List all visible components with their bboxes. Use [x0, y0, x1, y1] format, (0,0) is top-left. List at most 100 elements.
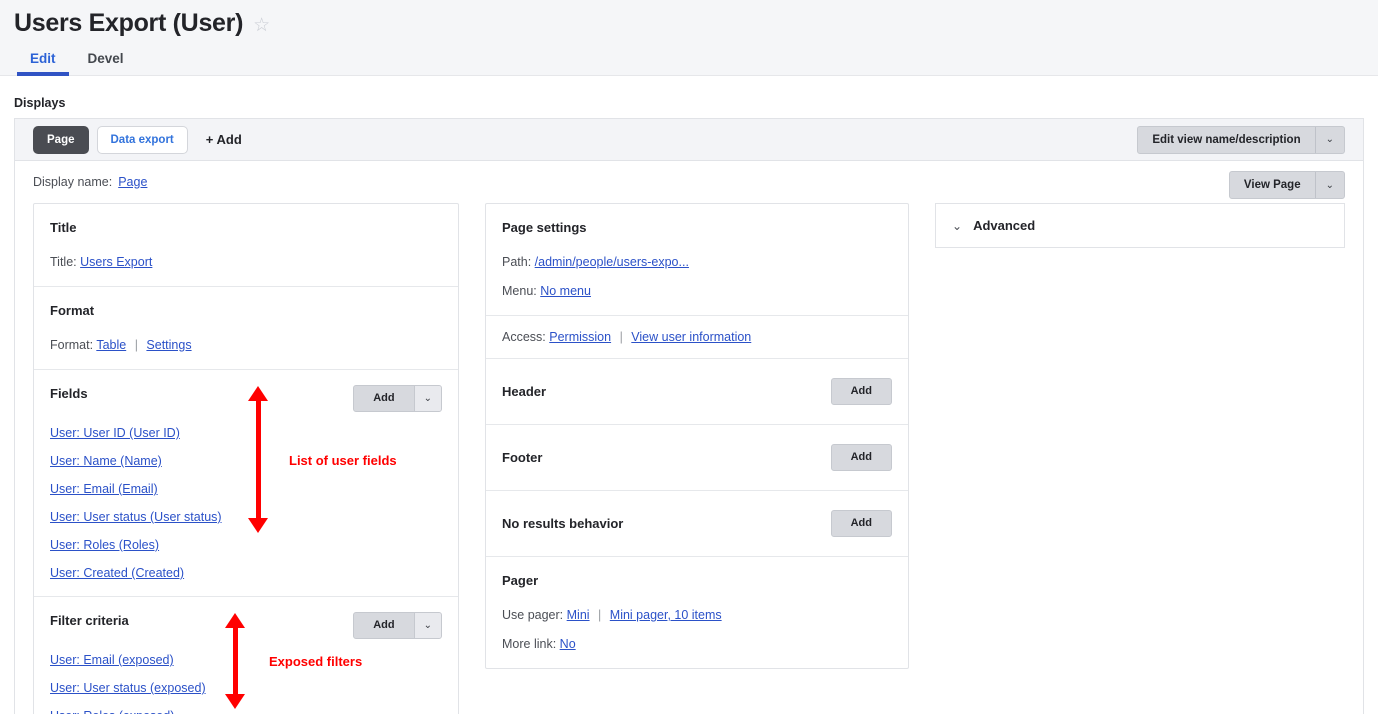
- display-button-page[interactable]: Page: [33, 125, 89, 154]
- left-column: Title Title: Users Export Format Format:…: [33, 203, 459, 714]
- fields-add-split-button[interactable]: Add ⌄: [353, 385, 442, 412]
- page-settings-card: Page settings Path: /admin/people/users-…: [485, 203, 909, 669]
- tab-edit[interactable]: Edit: [14, 51, 72, 76]
- section-heading-header: Header: [502, 383, 547, 399]
- section-format-block: Format Format: Table | Settings: [34, 287, 458, 370]
- list-item[interactable]: User: Email (Email): [50, 482, 158, 496]
- list-item[interactable]: User: Email (exposed): [50, 653, 174, 667]
- path-value-link[interactable]: /admin/people/users-expo...: [535, 255, 689, 269]
- chevron-down-icon[interactable]: ⌄: [1314, 172, 1344, 198]
- format-value-link[interactable]: Table: [96, 338, 126, 352]
- section-head: No results behavior Add: [502, 510, 892, 537]
- list-item[interactable]: User: Roles (Roles): [50, 538, 159, 552]
- section-page-settings: Page settings Path: /admin/people/users-…: [486, 204, 908, 316]
- footer-add-button[interactable]: Add: [830, 444, 892, 471]
- format-separator: |: [134, 338, 138, 352]
- title-label: Title:: [50, 255, 77, 269]
- section-heading-footer: Footer: [502, 449, 543, 465]
- section-head: Filter criteria Add ⌄: [50, 612, 442, 639]
- list-item[interactable]: User: User status (User status): [50, 510, 222, 524]
- mini-pager-items-link[interactable]: Mini pager, 10 items: [610, 608, 722, 622]
- right-column: ⌄ Advanced: [935, 203, 1345, 248]
- access-separator: |: [619, 330, 623, 344]
- list-item[interactable]: User: User ID (User ID): [50, 426, 180, 440]
- annotation-label-filters: Exposed filters: [269, 654, 363, 669]
- path-label: Path:: [502, 255, 532, 269]
- menu-label: Menu:: [502, 284, 537, 298]
- arrow-shaft: [255, 401, 261, 518]
- star-outline-icon[interactable]: ☆: [253, 16, 270, 35]
- annotation-arrow-filters: [224, 613, 246, 709]
- list-item[interactable]: User: Created (Created): [50, 566, 184, 580]
- chevron-down-icon[interactable]: ⌄: [1314, 126, 1344, 153]
- display-name-value-link[interactable]: Page: [118, 175, 147, 189]
- section-head: Page settings: [502, 219, 892, 241]
- toolbar-right: Edit view name/description ⌄: [1137, 125, 1345, 154]
- section-heading-title: Title: [50, 220, 77, 235]
- section-heading-filter-criteria: Filter criteria: [50, 613, 129, 628]
- access-permission-link[interactable]: Permission: [549, 330, 611, 344]
- format-settings-link[interactable]: Settings: [146, 338, 191, 352]
- access-view-user-information-link[interactable]: View user information: [631, 330, 751, 344]
- view-page-dropdown[interactable]: View Page ⌄: [1228, 171, 1345, 199]
- display-name-label: Display name:: [33, 175, 113, 189]
- menu-row: Menu: No menu: [502, 283, 892, 299]
- tab-bar: Edit Devel: [0, 43, 1378, 76]
- more-link-value-link[interactable]: No: [560, 637, 576, 651]
- fields-add-label: Add: [373, 392, 395, 404]
- section-head: Format: [50, 302, 442, 324]
- use-pager-row: Use pager: Mini | Mini pager, 10 items: [502, 607, 892, 623]
- tab-devel[interactable]: Devel: [72, 51, 140, 76]
- path-row: Path: /admin/people/users-expo...: [502, 254, 892, 270]
- arrow-head-up-icon: [248, 386, 268, 401]
- section-heading-format: Format: [50, 303, 95, 318]
- section-no-results-behavior: No results behavior Add: [486, 491, 908, 557]
- section-header: Header Add: [486, 359, 908, 425]
- header-add-button[interactable]: Add: [830, 378, 892, 405]
- use-pager-separator: |: [598, 608, 602, 622]
- section-head: Title: [50, 219, 442, 241]
- more-link-row: More link: No: [502, 636, 892, 652]
- chevron-down-icon[interactable]: ⌄: [952, 219, 962, 233]
- access-label: Access:: [502, 330, 546, 344]
- displays-box: Page Data export + Add Edit view name/de…: [14, 118, 1364, 714]
- displays-toolbar: Page Data export + Add Edit view name/de…: [15, 119, 1363, 161]
- menu-value-link[interactable]: No menu: [540, 284, 591, 298]
- list-item[interactable]: User: Name (Name): [50, 454, 162, 468]
- add-display-button[interactable]: + Add: [206, 132, 242, 147]
- arrow-shaft: [232, 628, 238, 694]
- section-title-block: Title Title: Users Export: [34, 204, 458, 287]
- display-name-row: Display name: Page View Page ⌄: [33, 171, 1345, 199]
- section-filter-criteria-block: Filter criteria Add ⌄ User: Email (expos…: [34, 597, 458, 714]
- section-access: Access: Permission | View user informati…: [486, 316, 908, 359]
- no-results-add-button[interactable]: Add: [830, 510, 892, 537]
- more-link-label: More link:: [502, 637, 557, 651]
- section-footer: Footer Add: [486, 425, 908, 491]
- section-head: Header Add: [502, 378, 892, 405]
- section-head: Pager: [502, 572, 892, 594]
- display-button-data-export[interactable]: Data export: [96, 125, 188, 154]
- use-pager-value-link[interactable]: Mini: [567, 608, 590, 622]
- middle-column: Page settings Path: /admin/people/users-…: [485, 203, 909, 669]
- filter-list: User: Email (exposed) User: User status …: [50, 653, 442, 714]
- section-heading-page-settings: Page settings: [502, 220, 587, 235]
- filter-add-split-button[interactable]: Add ⌄: [353, 612, 442, 639]
- use-pager-label: Use pager:: [502, 608, 564, 622]
- fields-list: User: User ID (User ID) User: Name (Name…: [50, 426, 442, 580]
- list-item[interactable]: User: Roles (exposed): [50, 709, 174, 714]
- format-row-value: Format: Table | Settings: [50, 337, 442, 353]
- list-item[interactable]: User: User status (exposed): [50, 681, 206, 695]
- section-heading-no-results-behavior: No results behavior: [502, 515, 624, 531]
- section-pager: Pager Use pager: Mini | Mini pager, 10 i…: [486, 557, 908, 668]
- chevron-down-icon[interactable]: ⌄: [413, 386, 441, 411]
- settings-columns: Title Title: Users Export Format Format:…: [33, 203, 1345, 714]
- view-page-label: View Page: [1243, 179, 1301, 191]
- title-row-value: Title: Users Export: [50, 254, 442, 270]
- annotation-arrow-fields: [247, 386, 269, 533]
- title-value-link[interactable]: Users Export: [80, 255, 152, 269]
- advanced-section-toggle[interactable]: ⌄ Advanced: [935, 203, 1345, 248]
- edit-view-name-description-dropdown[interactable]: Edit view name/description ⌄: [1137, 125, 1345, 154]
- advanced-label: Advanced: [973, 218, 1036, 233]
- main-content: Displays Page Data export + Add Edit vie…: [0, 96, 1378, 714]
- chevron-down-icon[interactable]: ⌄: [413, 613, 441, 638]
